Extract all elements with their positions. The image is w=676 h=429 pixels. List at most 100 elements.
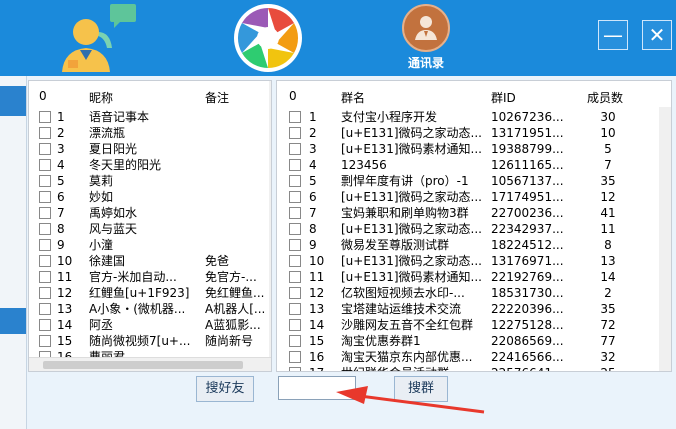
row-number: 11 [57,270,73,284]
friend-nickname: 莫莉 [89,174,114,188]
group-id: 13171951... [491,126,564,140]
table-row[interactable]: 4 冬天里的阳光 [29,157,269,173]
row-checkbox[interactable] [289,159,301,171]
row-checkbox[interactable] [289,255,301,267]
row-checkbox[interactable] [39,271,51,283]
table-row[interactable]: 9 小潼 [29,237,269,253]
row-checkbox[interactable] [39,319,51,331]
row-checkbox[interactable] [289,223,301,235]
groups-table: 0 群名 群ID 成员数 1 支付宝小程序开发 10267236... 30 2 [u+E… [276,80,672,372]
table-row[interactable]: 15 随尚微视频7[u+... 随尚新号 [29,333,269,349]
row-checkbox[interactable] [39,255,51,267]
table-row[interactable]: 10 [u+E131]微码之家动态... 13176971... 13 [277,253,657,269]
row-checkbox[interactable] [39,111,51,123]
table-row[interactable]: 3 夏日阳光 [29,141,269,157]
column-header-group-name[interactable]: 群名 [341,89,365,106]
aperture-icon[interactable] [232,2,304,74]
table-row[interactable]: 2 漂流瓶 [29,125,269,141]
close-button[interactable]: ✕ [642,20,672,50]
table-row[interactable]: 1 支付宝小程序开发 10267236... 30 [277,109,657,125]
member-count: 72 [600,318,616,332]
left-sidebar [0,76,27,429]
row-checkbox[interactable] [289,191,301,203]
row-checkbox[interactable] [289,319,301,331]
row-checkbox[interactable] [39,175,51,187]
row-checkbox[interactable] [289,143,301,155]
row-checkbox[interactable] [289,175,301,187]
column-header-nickname[interactable]: 昵称 [89,89,113,106]
scrollbar-thumb[interactable] [43,361,243,369]
row-checkbox[interactable] [39,223,51,235]
table-row[interactable]: 1 语音记事本 [29,109,269,125]
row-checkbox[interactable] [289,335,301,347]
column-header[interactable]: 0 [289,89,297,103]
row-checkbox[interactable] [289,207,301,219]
table-row[interactable]: 14 沙雕网友五音不全红包群 12275128... 72 [277,317,657,333]
row-checkbox[interactable] [289,127,301,139]
row-number: 14 [309,318,325,332]
row-checkbox[interactable] [39,207,51,219]
table-row[interactable]: 13 A小象・(微机器... A机器人[... [29,301,269,317]
table-row[interactable]: 8 [u+E131]微码之家动态... 22342937... 11 [277,221,657,237]
row-checkbox[interactable] [39,191,51,203]
table-row[interactable]: 6 [u+E131]微码之家动态... 17174951... 12 [277,189,657,205]
column-header-group-id[interactable]: 群ID [491,89,516,106]
tab-contacts[interactable]: 通讯录 [396,54,456,71]
row-checkbox[interactable] [39,239,51,251]
group-name: [u+E131]微码之家动态... [341,254,482,268]
row-number: 15 [309,334,325,348]
table-row[interactable]: 11 [u+E131]微码素材通知... 22192769... 14 [277,269,657,285]
table-row[interactable]: 10 徐建国 免爸 [29,253,269,269]
column-header[interactable]: 0 [39,89,47,103]
column-header-member-count[interactable]: 成员数 [587,89,623,106]
row-number: 3 [57,142,65,156]
red-arrow-annotation [336,386,485,414]
group-id: 18224512... [491,238,564,252]
row-checkbox[interactable] [39,143,51,155]
table-row[interactable]: 5 剽悍年度有讲（pro）-1 10567137... 35 [277,173,657,189]
table-row[interactable]: 6 妙如 [29,189,269,205]
row-checkbox[interactable] [289,111,301,123]
table-row[interactable]: 3 [u+E131]微码素材通知... 19388799... 5 [277,141,657,157]
minimize-button[interactable]: — [598,20,628,50]
table-row[interactable]: 11 官方-米加自动... 免官方-... [29,269,269,285]
horizontal-scrollbar[interactable] [29,357,271,371]
row-checkbox[interactable] [289,351,301,363]
user-chat-icon[interactable] [58,2,140,74]
row-checkbox[interactable] [289,303,301,315]
sidebar-selected-item[interactable] [0,86,26,116]
member-count: 14 [600,270,616,284]
table-row[interactable]: 17 世纪联华会员活动群 22576641... 25 [277,365,657,371]
table-row[interactable]: 9 微易发至尊版测试群 18224512... 8 [277,237,657,253]
row-checkbox[interactable] [39,127,51,139]
group-name: 微易发至尊版测试群 [341,238,450,252]
column-header-note[interactable]: 备注 [205,89,229,106]
table-row[interactable]: 5 莫莉 [29,173,269,189]
sidebar-selected-item[interactable] [0,308,26,334]
table-row[interactable]: 8 风与蓝天 [29,221,269,237]
row-checkbox[interactable] [289,367,301,371]
table-row[interactable]: 15 淘宝优惠券群1 22086569... 77 [277,333,657,349]
table-row[interactable]: 12 亿软图短视频去水印-... 18531730... 2 [277,285,657,301]
table-row[interactable]: 13 宝塔建站运维技术交流 22220396... 35 [277,301,657,317]
vertical-scrollbar[interactable] [269,81,271,357]
row-checkbox[interactable] [289,271,301,283]
row-checkbox[interactable] [289,287,301,299]
row-checkbox[interactable] [39,287,51,299]
row-number: 7 [57,206,65,220]
row-checkbox[interactable] [39,335,51,347]
row-checkbox[interactable] [289,239,301,251]
row-checkbox[interactable] [39,159,51,171]
vertical-scrollbar[interactable] [659,107,671,371]
table-row[interactable]: 2 [u+E131]微码之家动态... 13171951... 10 [277,125,657,141]
row-number: 1 [309,110,317,124]
search-friends-button[interactable]: 搜好友 [196,376,254,402]
row-checkbox[interactable] [39,303,51,315]
contact-icon[interactable] [398,4,454,52]
table-row[interactable]: 16 淘宝天猫京东内部优惠... 22416566... 32 [277,349,657,365]
table-row[interactable]: 7 宝妈兼职和刷单购物3群 22700236... 41 [277,205,657,221]
table-row[interactable]: 7 禹婷如水 [29,205,269,221]
table-row[interactable]: 12 红鲤鱼[u+1F923] 免红鲤鱼... [29,285,269,301]
table-row[interactable]: 4 123456 12611165... 7 [277,157,657,173]
table-row[interactable]: 14 阿丞 A蓝狐影... [29,317,269,333]
